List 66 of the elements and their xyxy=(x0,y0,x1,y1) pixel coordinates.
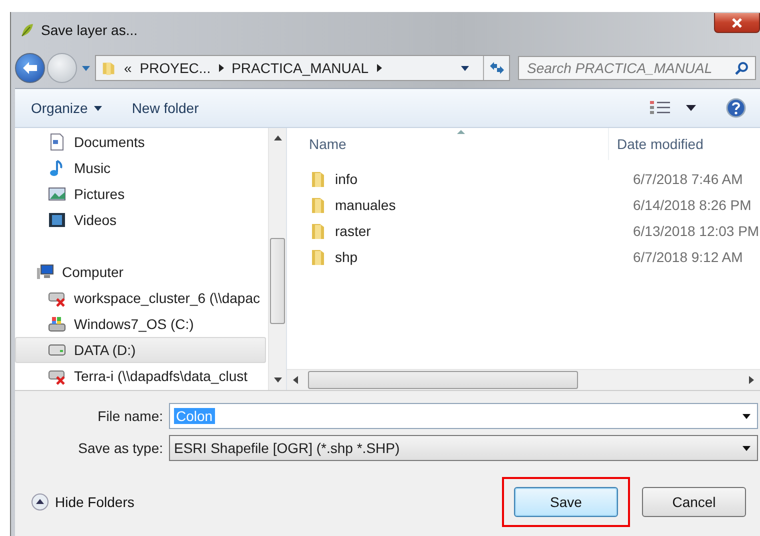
back-arrow-icon xyxy=(22,61,38,75)
help-icon[interactable] xyxy=(726,98,746,118)
search-icon xyxy=(735,61,749,75)
nav-item[interactable]: DATA (D:) xyxy=(15,337,266,363)
window-title: Save layer as... xyxy=(41,22,138,38)
nav-item[interactable]: Computer xyxy=(15,259,266,285)
date-text: 6/14/2018 8:26 PM xyxy=(633,197,752,213)
folder-row[interactable]: manuales 6/14/2018 8:26 PM xyxy=(287,192,760,218)
caret-icon[interactable] xyxy=(686,105,696,111)
videos-icon xyxy=(48,211,66,229)
leaf-icon xyxy=(19,22,35,38)
refresh-icon xyxy=(488,61,504,75)
breadcrumb[interactable]: PRACTICA_MANUAL xyxy=(232,60,369,76)
scroll-thumb[interactable] xyxy=(308,371,578,389)
back-button[interactable] xyxy=(15,53,45,83)
scroll-thumb[interactable] xyxy=(270,238,285,324)
folder-icon xyxy=(311,248,327,266)
nav-item[interactable]: Music xyxy=(15,155,266,181)
system-icon xyxy=(48,315,66,333)
pictures-icon xyxy=(48,185,66,203)
hide-folders-button[interactable]: Hide Folders xyxy=(31,493,134,511)
file-name-label: File name: xyxy=(96,408,164,424)
nav-item[interactable]: Pictures xyxy=(15,181,266,207)
vertical-scrollbar[interactable] xyxy=(268,128,286,390)
column-header[interactable]: Date modified xyxy=(609,136,704,152)
scroll-down-icon[interactable] xyxy=(274,376,282,384)
dropdown-icon xyxy=(742,414,751,418)
computer-icon xyxy=(36,263,54,281)
nav-item[interactable]: Terra-i (\\dapadfs\data_clust xyxy=(15,363,266,389)
view-list-icon[interactable] xyxy=(650,101,670,115)
address-bar[interactable]: « PROYEC... PRACTICA_MANUAL xyxy=(95,55,510,81)
chevron-icon[interactable] xyxy=(376,64,382,72)
nav-item[interactable]: Videos xyxy=(15,207,266,233)
date-text: 6/13/2018 12:03 PM xyxy=(633,223,760,239)
nav-item[interactable]: Documents xyxy=(15,129,266,155)
folder-icon xyxy=(311,170,327,188)
search-field[interactable]: Search PRACTICA_MANUAL xyxy=(518,56,756,80)
nav-item[interactable]: workspace_cluster_6 (\\dapac xyxy=(15,285,266,311)
close-button[interactable] xyxy=(714,13,760,33)
new-folder-button[interactable]: New folder xyxy=(132,100,199,116)
cancel-button[interactable]: Cancel xyxy=(642,487,746,517)
breadcrumb[interactable]: PROYEC... xyxy=(140,60,211,76)
folder-row[interactable]: shp 6/7/2018 9:12 AM xyxy=(287,244,760,270)
save-button[interactable]: Save xyxy=(514,487,618,517)
scroll-up-icon[interactable] xyxy=(274,134,282,142)
folder-icon xyxy=(311,196,327,214)
folder-row[interactable]: info 6/7/2018 7:46 AM xyxy=(287,166,760,192)
organize-menu[interactable]: Organize xyxy=(31,100,102,116)
file-type-label: Save as type: xyxy=(77,440,164,456)
scroll-right-icon[interactable] xyxy=(749,376,754,384)
collapse-icon xyxy=(31,493,49,511)
path-overflow[interactable]: « xyxy=(124,60,132,76)
horizontal-scrollbar[interactable] xyxy=(287,369,760,390)
dropdown-icon xyxy=(742,446,751,450)
sort-arrow-icon xyxy=(457,130,465,134)
close-icon xyxy=(731,16,743,28)
folder-row[interactable]: raster 6/13/2018 12:03 PM xyxy=(287,218,760,244)
scroll-left-icon[interactable] xyxy=(293,376,298,384)
chevron-icon[interactable] xyxy=(218,64,224,72)
folder-icon xyxy=(311,222,327,240)
documents-icon xyxy=(48,133,66,151)
date-text: 6/7/2018 7:46 AM xyxy=(633,171,743,187)
dropdown-icon[interactable] xyxy=(461,66,469,70)
nav-item[interactable]: Windows7_OS (C:) xyxy=(15,311,266,337)
file-type-dropdown[interactable]: ESRI Shapefile [OGR] (*.shp *.SHP) xyxy=(169,435,758,461)
date-text: 6/7/2018 9:12 AM xyxy=(633,249,743,265)
